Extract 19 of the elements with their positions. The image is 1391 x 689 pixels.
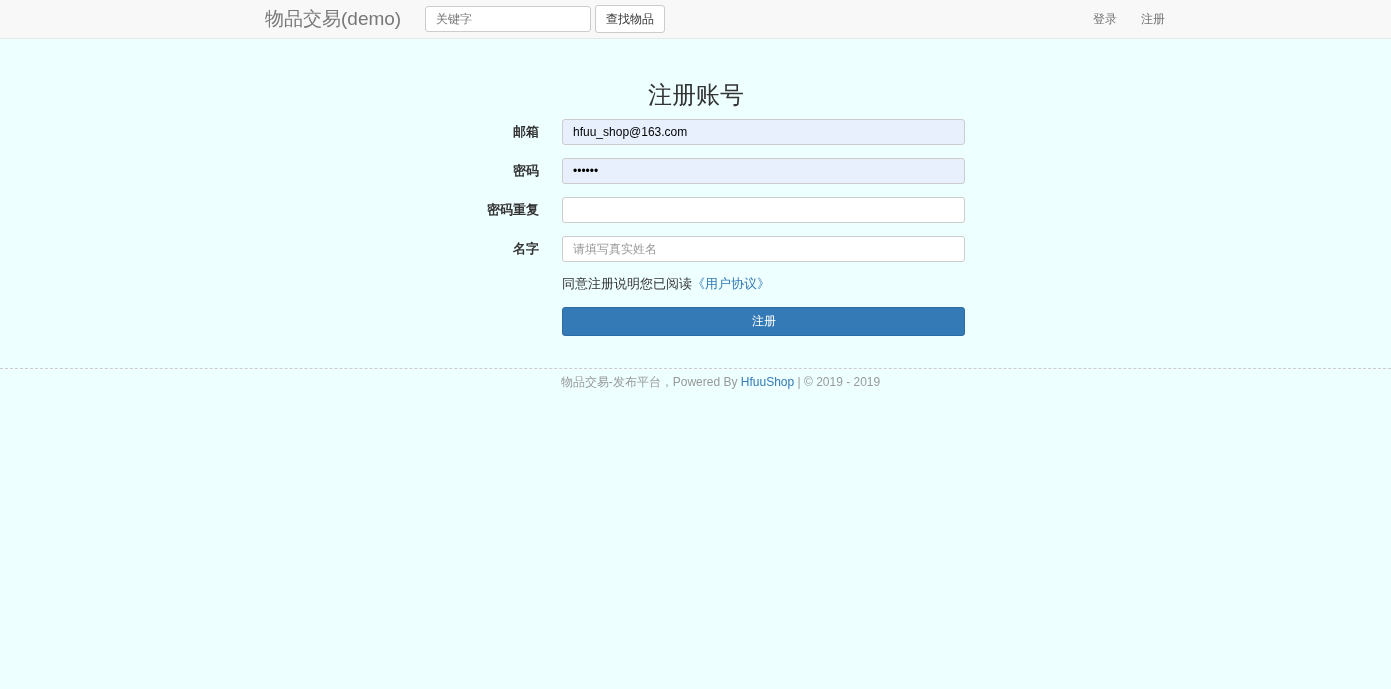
field-label: 密码: [512, 162, 539, 181]
nav-link[interactable]: 注册: [1141, 10, 1165, 28]
field-label: 密码重复: [486, 201, 539, 220]
input-field[interactable]: 请填写真实姓名: [562, 236, 965, 262]
field-label: 邮箱: [512, 123, 539, 142]
input-field[interactable]: [562, 197, 965, 223]
register-title: 注册账号: [646, 80, 745, 110]
search-field[interactable]: 关键字: [425, 6, 592, 32]
register-button[interactable]: 注册: [562, 306, 965, 336]
agreement-text: 同意注册说明您已阅读《用户协议》: [562, 275, 771, 293]
search-button[interactable]: 查找物品: [595, 5, 666, 33]
agreement-link[interactable]: 《用户协议》: [692, 276, 770, 291]
input-field[interactable]: ••••••: [562, 158, 965, 184]
nav-link[interactable]: 登录: [1093, 10, 1117, 28]
field-label: 名字: [512, 240, 539, 259]
site-brand[interactable]: 物品交易(demo): [265, 4, 402, 34]
input-field[interactable]: hfuu_shop@163.com: [562, 119, 965, 145]
footer-text: 物品交易-发布平台，Powered By HfuuShop | © 2019 - 2019: [559, 374, 881, 389]
footer-link[interactable]: HfuuShop: [740, 374, 795, 389]
